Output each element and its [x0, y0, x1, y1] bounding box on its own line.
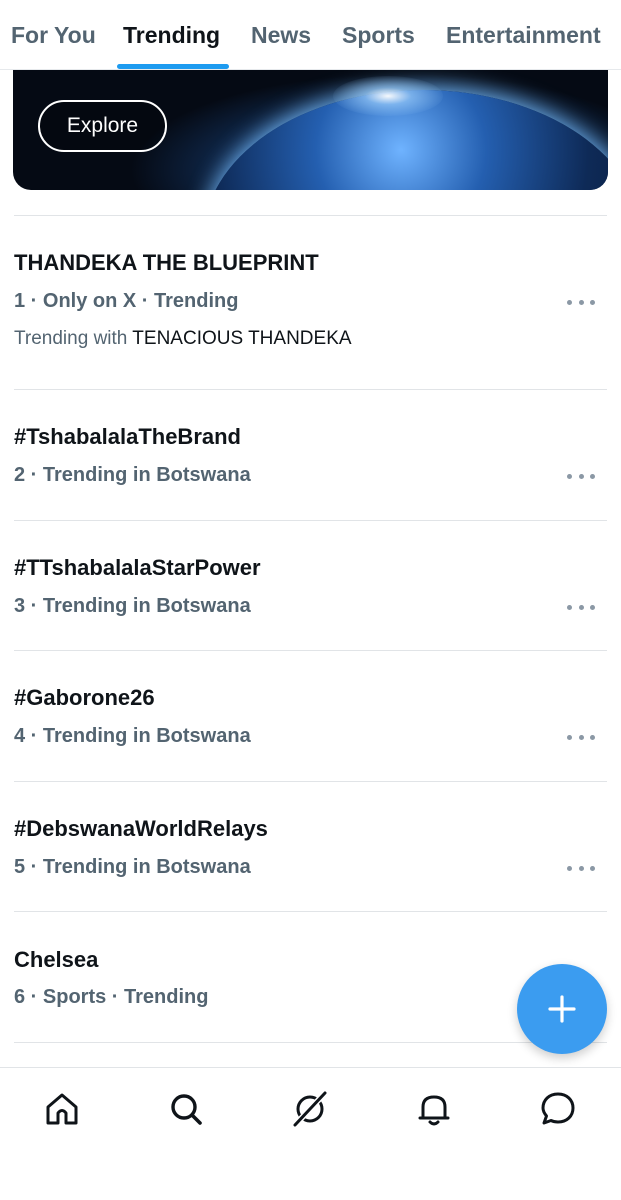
- more-options-icon[interactable]: [567, 600, 595, 614]
- tab-trending[interactable]: Trending: [123, 22, 220, 49]
- trend-meta: 1 · Only on X · Trending: [14, 290, 239, 312]
- divider: [14, 1042, 607, 1043]
- trend-title: #TshabalalaTheBrand: [14, 424, 241, 449]
- trending-with-name: TENACIOUS THANDEKA: [132, 328, 352, 349]
- trend-meta: 3 · Trending in Botswana: [14, 595, 251, 617]
- more-options-icon[interactable]: [567, 730, 595, 744]
- home-icon[interactable]: [43, 1090, 81, 1128]
- sunrise-glow: [333, 76, 443, 116]
- trend-title: #DebswanaWorldRelays: [14, 816, 268, 841]
- trend-meta: 2 · Trending in Botswana: [14, 464, 251, 486]
- trend-meta: 6 · Sports · Trending: [14, 986, 209, 1008]
- more-options-icon[interactable]: [567, 861, 595, 875]
- active-tab-indicator: [117, 64, 229, 69]
- bottom-navigation: [0, 1067, 621, 1200]
- divider: [14, 520, 607, 521]
- divider: [14, 911, 607, 912]
- explore-banner[interactable]: Explore: [13, 70, 608, 190]
- search-icon[interactable]: [167, 1090, 205, 1128]
- tab-sports[interactable]: Sports: [342, 22, 415, 49]
- divider: [14, 215, 607, 216]
- trending-with-prefix: Trending with: [14, 328, 128, 349]
- messages-icon[interactable]: [539, 1090, 577, 1128]
- compose-post-button[interactable]: [517, 964, 607, 1054]
- trend-meta: 4 · Trending in Botswana: [14, 725, 251, 747]
- explore-button[interactable]: Explore: [38, 100, 167, 152]
- top-tab-bar: For You Trending News Sports Entertainme…: [0, 0, 621, 70]
- more-options-icon[interactable]: [567, 469, 595, 483]
- trend-title: #TTshabalalaStarPower: [14, 555, 261, 580]
- divider: [14, 389, 607, 390]
- trend-title: #Gaborone26: [14, 685, 155, 710]
- tab-for-you[interactable]: For You: [11, 22, 96, 49]
- divider: [14, 650, 607, 651]
- tab-entertainment[interactable]: Entertainment: [446, 22, 601, 49]
- grok-icon[interactable]: [291, 1090, 329, 1128]
- trend-title: THANDEKA THE BLUEPRINT: [14, 250, 319, 275]
- divider: [14, 781, 607, 782]
- tab-news[interactable]: News: [251, 22, 311, 49]
- trend-meta: 5 · Trending in Botswana: [14, 856, 251, 878]
- trend-title: Chelsea: [14, 947, 99, 972]
- more-options-icon[interactable]: [567, 295, 595, 309]
- trending-with-text: Trending with TENACIOUS THANDEKA: [14, 328, 352, 350]
- plus-icon: [548, 995, 576, 1023]
- bell-icon[interactable]: [415, 1090, 453, 1128]
